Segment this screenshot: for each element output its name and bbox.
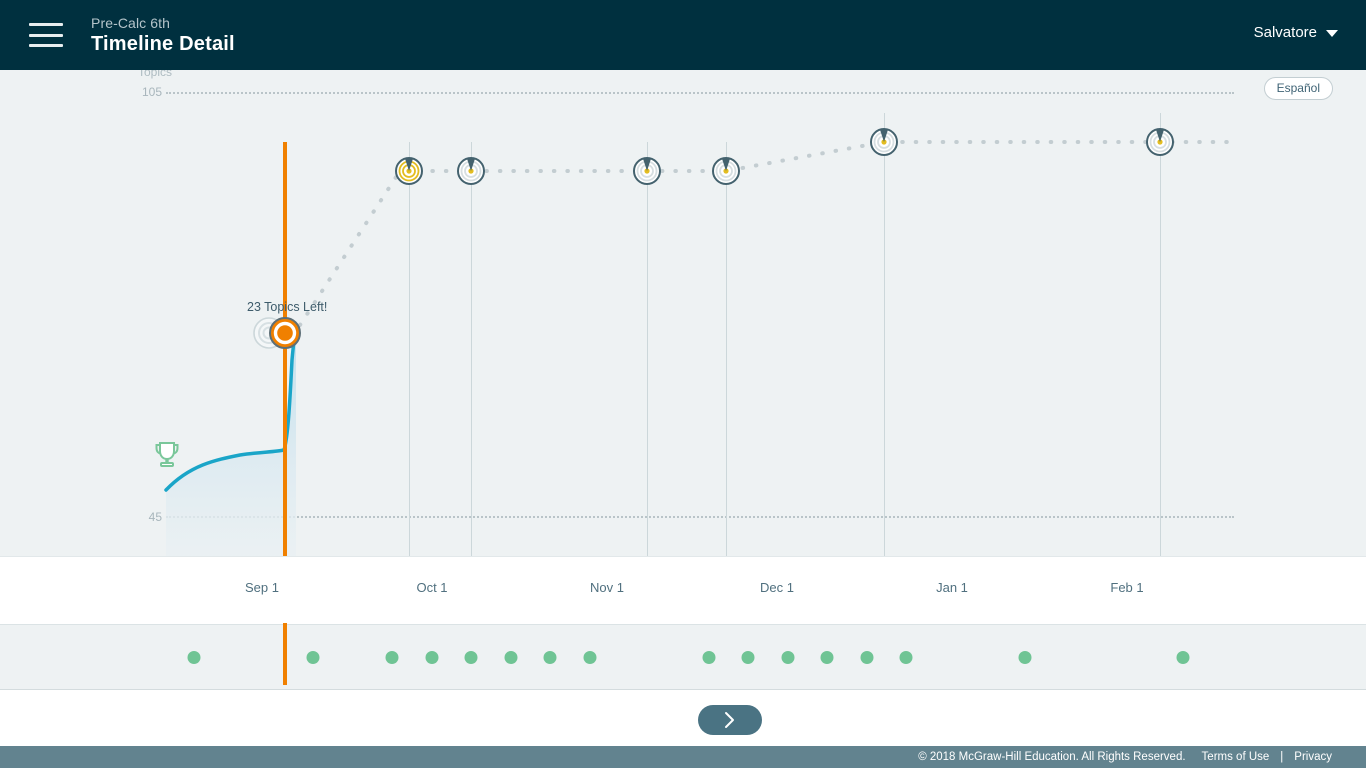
assignment-dot[interactable] bbox=[385, 651, 399, 664]
timeline-detail-page: Pre-Calc 6th Timeline Detail Salvatore E… bbox=[0, 0, 1366, 768]
assignment-dot[interactable] bbox=[306, 651, 320, 664]
hamburger-icon[interactable] bbox=[29, 23, 63, 47]
x-tick-label: Feb 1 bbox=[1110, 580, 1144, 595]
assignment-dot[interactable] bbox=[464, 651, 478, 664]
page-footer: © 2018 McGraw-Hill Education. All Rights… bbox=[0, 746, 1366, 768]
x-tick-label: Dec 1 bbox=[760, 580, 794, 595]
terms-of-use-link[interactable]: Terms of Use bbox=[1202, 751, 1270, 763]
projection-line bbox=[298, 140, 1240, 327]
goal-marker-achieved[interactable] bbox=[395, 157, 423, 185]
x-tick-label: Sep 1 bbox=[245, 580, 279, 595]
timeline-chart: Español Topics 105 45 23 Topics Left! bbox=[0, 70, 1366, 556]
assignment-dot[interactable] bbox=[820, 651, 834, 664]
goal-marker-upcoming[interactable] bbox=[870, 128, 898, 156]
navigation-row bbox=[0, 690, 1366, 746]
copyright-text: © 2018 McGraw-Hill Education. All Rights… bbox=[918, 751, 1186, 763]
assignment-dot[interactable] bbox=[781, 651, 795, 664]
assignment-dot[interactable] bbox=[1176, 651, 1190, 664]
assignment-dot-track bbox=[0, 623, 1366, 690]
goal-marker-upcoming[interactable] bbox=[1146, 128, 1174, 156]
assignment-dot[interactable] bbox=[187, 651, 201, 664]
trophy-icon bbox=[154, 440, 180, 475]
assignment-dot[interactable] bbox=[702, 651, 716, 664]
assignment-dot[interactable] bbox=[860, 651, 874, 664]
goal-marker-upcoming[interactable] bbox=[633, 157, 661, 185]
footer-separator: | bbox=[1280, 751, 1284, 763]
app-header: Pre-Calc 6th Timeline Detail Salvatore bbox=[0, 0, 1366, 70]
chevron-down-icon bbox=[1326, 30, 1338, 37]
assignment-dot[interactable] bbox=[899, 651, 913, 664]
assignment-dot[interactable] bbox=[583, 651, 597, 664]
x-axis: Sep 1 Oct 1 Nov 1 Dec 1 Jan 1 Feb 1 bbox=[0, 556, 1366, 624]
today-vertical-line bbox=[283, 623, 287, 685]
goal-marker-upcoming[interactable] bbox=[712, 157, 740, 185]
header-title-block: Pre-Calc 6th Timeline Detail bbox=[91, 14, 235, 56]
next-button[interactable] bbox=[698, 705, 762, 735]
assignment-dot[interactable] bbox=[1018, 651, 1032, 664]
assignment-dot[interactable] bbox=[504, 651, 518, 664]
user-name-label: Salvatore bbox=[1253, 24, 1317, 41]
assignment-dot[interactable] bbox=[543, 651, 557, 664]
privacy-link[interactable]: Privacy bbox=[1294, 751, 1332, 763]
page-title: Timeline Detail bbox=[91, 33, 235, 55]
course-name: Pre-Calc 6th bbox=[91, 15, 171, 31]
progress-area bbox=[166, 328, 296, 556]
goal-marker-upcoming[interactable] bbox=[457, 157, 485, 185]
user-menu[interactable]: Salvatore bbox=[1254, 24, 1338, 41]
hamburger-bar bbox=[29, 44, 63, 47]
language-toggle-button[interactable]: Español bbox=[1263, 77, 1333, 100]
hamburger-bar bbox=[29, 33, 63, 37]
chevron-right-icon bbox=[725, 712, 734, 728]
today-position-marker[interactable] bbox=[253, 312, 301, 357]
hamburger-bar bbox=[29, 23, 63, 26]
assignment-dot[interactable] bbox=[425, 651, 439, 664]
x-tick-label: Jan 1 bbox=[936, 580, 968, 595]
x-tick-label: Oct 1 bbox=[416, 580, 448, 595]
x-tick-label: Nov 1 bbox=[590, 580, 624, 595]
assignment-dot[interactable] bbox=[741, 651, 755, 664]
